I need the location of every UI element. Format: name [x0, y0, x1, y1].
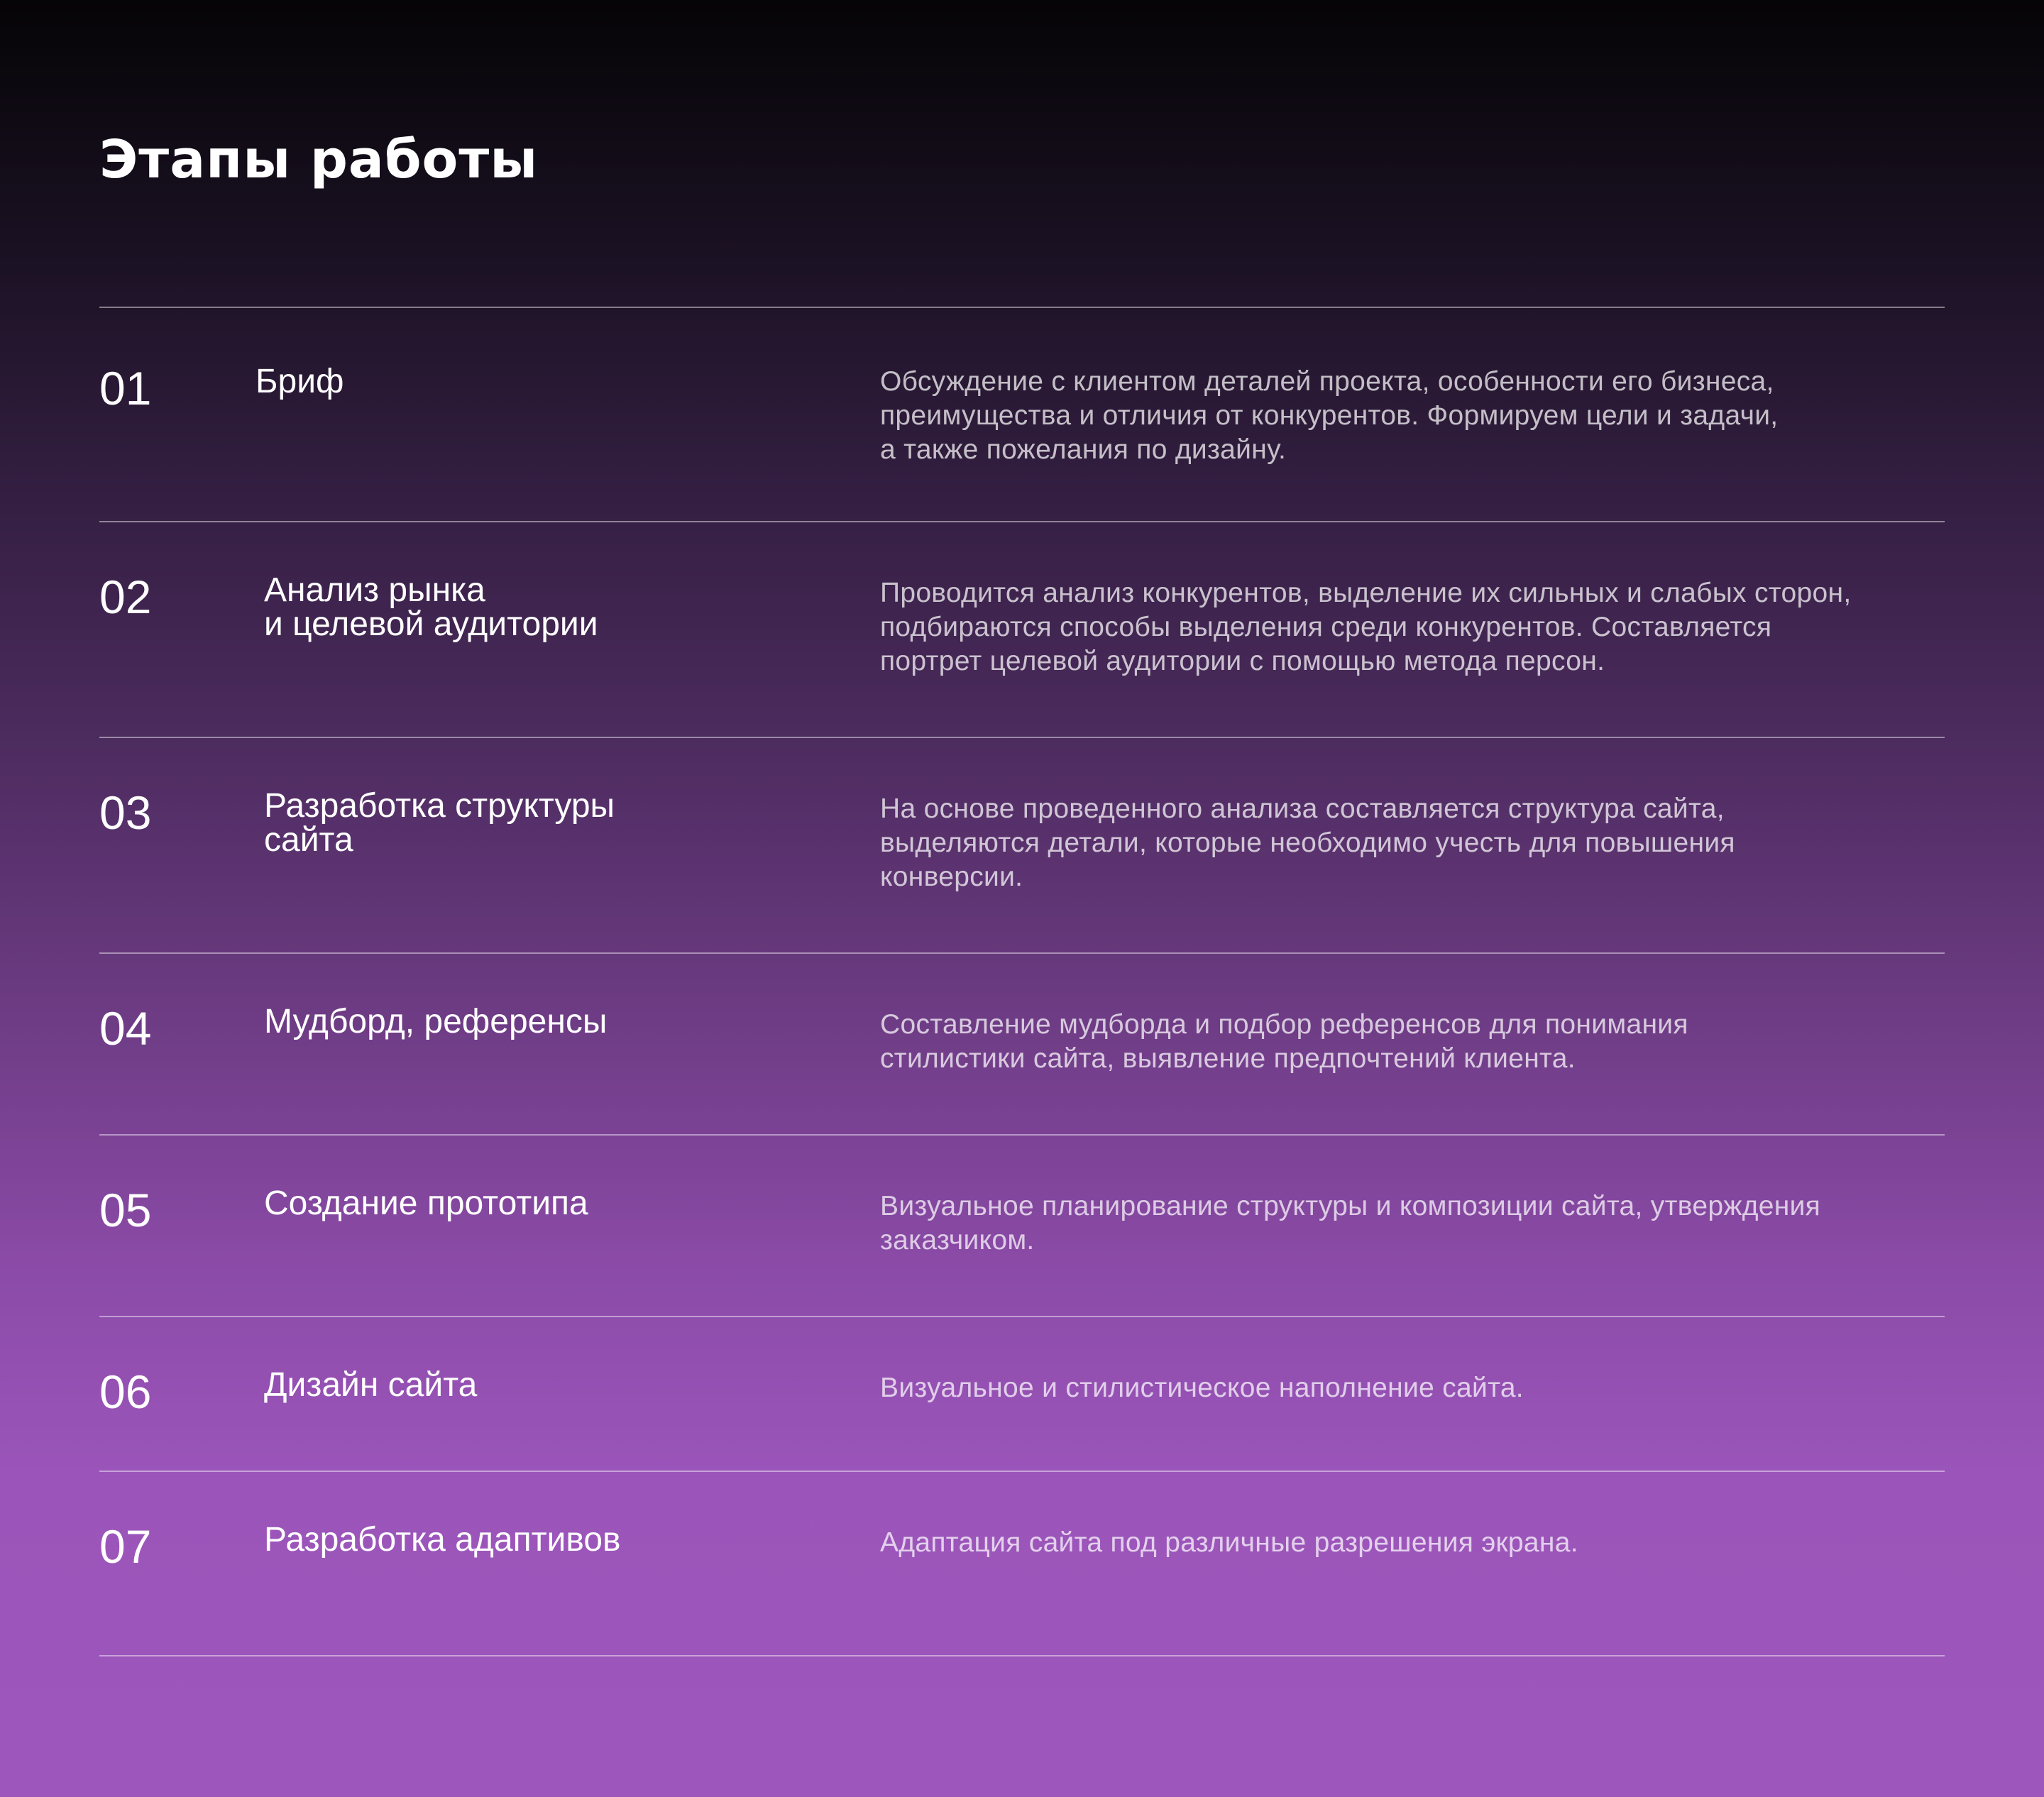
stage-number: 02 — [99, 571, 152, 623]
stage-name: Бриф — [256, 363, 344, 400]
stage-description: Составление мудборда и подбор референсов… — [880, 1009, 1688, 1074]
stage-number: 04 — [99, 1002, 152, 1055]
stage-row-05: 05 Создание прототипа Визуальное планиро… — [99, 1136, 1945, 1317]
stage-name: Создание прототипа — [264, 1185, 588, 1222]
stage-description: Адаптация сайта под различные разрешения… — [880, 1527, 1578, 1558]
stage-description: Визуальное планирование структуры и комп… — [880, 1191, 1821, 1255]
stage-number: 01 — [99, 362, 152, 414]
stage-name: Анализ рынка и целевой аудитории — [264, 571, 598, 643]
stage-number: 06 — [99, 1365, 152, 1418]
stage-row-06: 06 Дизайн сайта Визуальное и стилистичес… — [99, 1317, 1945, 1472]
stage-description: Обсуждение с клиентом деталей проекта, о… — [880, 366, 1779, 465]
stage-description: Проводится анализ конкурентов, выделение… — [880, 578, 1852, 676]
stage-name: Разработка адаптивов — [264, 1521, 621, 1559]
stage-description: На основе проведенного анализа составляе… — [880, 793, 1735, 892]
stages-list: 01 Бриф Обсуждение с клиентом деталей пр… — [99, 307, 1945, 1656]
stage-name: Разработка структуры сайта — [264, 787, 615, 859]
stage-name: Мудборд, референсы — [264, 1003, 608, 1040]
stage-number: 05 — [99, 1184, 152, 1236]
stage-row-03: 03 Разработка структуры сайта На основе … — [99, 738, 1945, 954]
stage-number: 03 — [99, 786, 152, 839]
stage-row-04: 04 Мудборд, референсы Составление мудбор… — [99, 954, 1945, 1136]
stage-name: Дизайн сайта — [264, 1366, 478, 1404]
page-title: Этапы работы — [99, 129, 539, 190]
stage-description: Визуальное и стилистическое наполнение с… — [880, 1373, 1524, 1403]
stage-row-01: 01 Бриф Обсуждение с клиентом деталей пр… — [99, 308, 1945, 522]
stage-row-02: 02 Анализ рынка и целевой аудитории Пров… — [99, 522, 1945, 738]
stage-row-07: 07 Разработка адаптивов Адаптация сайта … — [99, 1472, 1945, 1656]
work-stages-section: Этапы работы 01 Бриф Обсуждение с клиент… — [99, 0, 1945, 1797]
stage-number: 07 — [99, 1520, 152, 1573]
